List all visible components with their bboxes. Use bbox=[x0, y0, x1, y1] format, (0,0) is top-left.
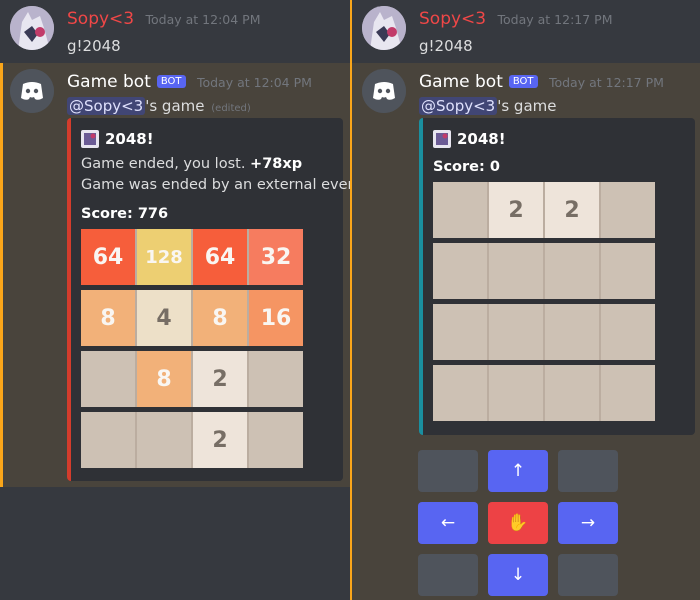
game-icon bbox=[433, 130, 451, 148]
bot-tag: BOT bbox=[156, 75, 186, 88]
blank-button[interactable] bbox=[418, 554, 478, 596]
message-text: g!2048 bbox=[419, 37, 473, 55]
embed-title-text: 2048! bbox=[457, 130, 506, 148]
tile-2: 2 bbox=[545, 182, 599, 238]
board-row: 8 4 8 16 bbox=[81, 290, 303, 346]
user-message-header: Sopy<3 Today at 12:04 PM bbox=[67, 9, 261, 29]
tile-empty bbox=[433, 304, 487, 360]
board-row: 22 bbox=[433, 182, 655, 238]
tile-2: 2 bbox=[193, 412, 247, 468]
bot-name[interactable]: Game bot bbox=[419, 72, 503, 92]
tile-empty bbox=[489, 365, 543, 421]
tile-empty bbox=[249, 412, 303, 468]
tile-8: 8 bbox=[193, 290, 247, 346]
board-row: 82 bbox=[81, 351, 303, 407]
tile-64: 64 bbox=[193, 229, 247, 285]
tile-empty bbox=[545, 243, 599, 299]
bot-message-header: Game bot BOT Today at 12:17 PM bbox=[419, 72, 664, 92]
board-row bbox=[433, 365, 655, 421]
board-row bbox=[433, 304, 655, 360]
user-mention[interactable]: @Sopy<3 bbox=[67, 97, 146, 115]
game-embed: 2048! Game ended, you lost. +78xp Game w… bbox=[67, 118, 350, 481]
tile-empty bbox=[601, 365, 655, 421]
score-label: Score: 776 bbox=[81, 206, 169, 222]
tile-empty bbox=[249, 351, 303, 407]
bot-message-header: Game bot BOT Today at 12:04 PM bbox=[67, 72, 312, 92]
tile-empty bbox=[137, 412, 191, 468]
bot-name[interactable]: Game bot bbox=[67, 72, 151, 92]
tile-empty bbox=[601, 304, 655, 360]
board-row bbox=[433, 243, 655, 299]
tile-64: 64 bbox=[81, 229, 135, 285]
end-reason-text: Game was ended by an external event bbox=[81, 177, 350, 193]
move-up-button[interactable]: ↑ bbox=[488, 450, 548, 492]
game-result-text: Game ended, you lost. bbox=[81, 156, 251, 172]
embed-title: 2048! bbox=[81, 130, 154, 148]
score-label: Score: 0 bbox=[433, 159, 500, 175]
embed-title: 2048! bbox=[433, 130, 506, 148]
tile-2: 2 bbox=[489, 182, 543, 238]
tile-empty bbox=[489, 243, 543, 299]
username[interactable]: Sopy<3 bbox=[67, 9, 134, 29]
mention-suffix: 's game bbox=[497, 97, 557, 115]
tile-8: 8 bbox=[81, 290, 135, 346]
edited-label: (edited) bbox=[211, 103, 251, 114]
mention-suffix: 's game bbox=[145, 97, 205, 115]
timestamp: Today at 12:04 PM bbox=[145, 12, 261, 27]
tile-empty bbox=[81, 412, 135, 468]
board-row: 64 128 64 32 bbox=[81, 229, 303, 285]
user-mention[interactable]: @Sopy<3 bbox=[419, 97, 498, 115]
tile-empty bbox=[601, 182, 655, 238]
game-embed: 2048! Score: 0 22 bbox=[419, 118, 695, 435]
embed-title-text: 2048! bbox=[105, 130, 154, 148]
user-message-header: Sopy<3 Today at 12:17 PM bbox=[419, 9, 613, 29]
tile-empty bbox=[433, 365, 487, 421]
username[interactable]: Sopy<3 bbox=[419, 9, 486, 29]
bot-message-text: @Sopy<3's game bbox=[419, 97, 556, 115]
game-icon bbox=[81, 130, 99, 148]
embed-description: Game ended, you lost. +78xp Game was end… bbox=[81, 154, 350, 196]
tile-32: 32 bbox=[249, 229, 303, 285]
stop-game-button[interactable]: ✋ bbox=[488, 502, 548, 544]
tile-8: 8 bbox=[137, 351, 191, 407]
tile-128: 128 bbox=[137, 229, 191, 285]
timestamp: Today at 12:04 PM bbox=[196, 75, 312, 90]
message-text: g!2048 bbox=[67, 37, 121, 55]
user-avatar[interactable] bbox=[10, 6, 54, 50]
timestamp: Today at 12:17 PM bbox=[497, 12, 613, 27]
tile-2: 2 bbox=[193, 351, 247, 407]
left-chat-pane: Sopy<3 Today at 12:04 PM g!2048 Game bot… bbox=[0, 0, 350, 600]
tile-empty bbox=[81, 351, 135, 407]
bot-avatar[interactable] bbox=[10, 69, 54, 113]
tile-empty bbox=[433, 182, 487, 238]
board-row: 2 bbox=[81, 412, 303, 468]
bot-message-text: @Sopy<3's game (edited) bbox=[67, 97, 251, 115]
tile-empty bbox=[545, 365, 599, 421]
tile-empty bbox=[489, 304, 543, 360]
tile-empty bbox=[601, 243, 655, 299]
xp-gain: +78xp bbox=[250, 156, 303, 172]
move-right-button[interactable]: → bbox=[558, 502, 618, 544]
bot-tag: BOT bbox=[508, 75, 538, 88]
tile-empty bbox=[545, 304, 599, 360]
blank-button[interactable] bbox=[558, 450, 618, 492]
bot-avatar[interactable] bbox=[362, 69, 406, 113]
move-down-button[interactable]: ↓ bbox=[488, 554, 548, 596]
tile-4: 4 bbox=[137, 290, 191, 346]
tile-16: 16 bbox=[249, 290, 303, 346]
blank-button[interactable] bbox=[418, 450, 478, 492]
blank-button[interactable] bbox=[558, 554, 618, 596]
user-avatar[interactable] bbox=[362, 6, 406, 50]
move-left-button[interactable]: ← bbox=[418, 502, 478, 544]
tile-empty bbox=[433, 243, 487, 299]
hand-icon: ✋ bbox=[507, 513, 529, 533]
timestamp: Today at 12:17 PM bbox=[548, 75, 664, 90]
right-chat-pane: Sopy<3 Today at 12:17 PM g!2048 Game bot… bbox=[350, 0, 700, 600]
